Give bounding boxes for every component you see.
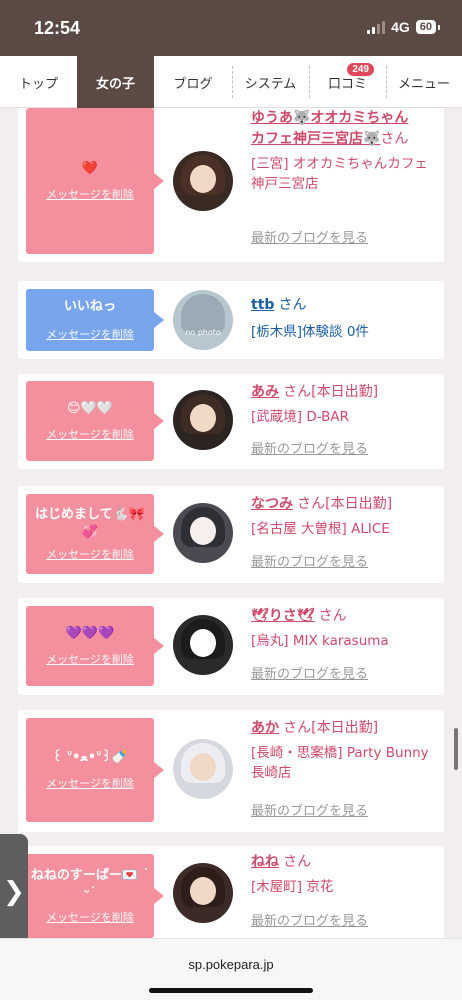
girl-name[interactable]: あみ [251,384,279,400]
girl-name[interactable]: 🕊りさ🕊 [251,608,315,624]
review-count[interactable]: [栃木県]体験談 0件 [251,322,441,342]
message-bubble: ꒰ ᐡ•ﻌ•ᐡ꒱🍼 メッセージを削除 [26,718,164,822]
message-text: ❤️ [81,161,99,176]
honorific: さん[本日出勤] [283,384,379,400]
delete-message-link[interactable]: メッセージを削除 [46,651,134,667]
avatar[interactable] [173,739,233,799]
honorific: さん [318,608,347,624]
tab-girls[interactable]: 女の子 [77,56,154,108]
no-photo-label: no photo [185,328,221,337]
delete-message-link[interactable]: メッセージを削除 [46,909,134,925]
browser-address-bar: sp.pokepara.jp [0,938,462,1000]
tab-label: システム [244,76,297,92]
profile-info: ゆうあ🐺オオカミちゃん カフェ神戸三宮店🐺さん [三宮] オオカミちゃんカフェ神… [251,108,441,194]
message-text: 💜💜💜 [65,626,115,641]
shop-name[interactable]: [武蔵境] D-BAR [251,407,441,427]
latest-blog-link[interactable]: 最新のブログを見る [251,800,368,819]
message-bubble: ❤️ メッセージを削除 [26,108,164,254]
girl-name-cont[interactable]: カフェ神戸三宮店🐺 [251,131,380,147]
shop-name[interactable]: [三宮] オオカミちゃんカフェ神戸三宮店 [251,154,441,194]
battery-icon: 60 [415,20,441,34]
girl-name[interactable]: あか [251,720,279,736]
profile-info: 🕊りさ🕊 さん [烏丸] MIX karasuma [251,606,441,651]
honorific: さん[本日出勤] [283,720,379,736]
girl-name[interactable]: なつみ [251,496,293,512]
avatar[interactable] [173,863,233,923]
signal-icon [367,20,386,34]
delete-message-link[interactable]: メッセージを削除 [46,775,134,791]
latest-blog-link[interactable]: 最新のブログを見る [251,910,368,929]
latest-blog-link[interactable]: 最新のブログを見る [251,663,368,682]
delete-message-link[interactable]: メッセージを削除 [46,186,134,202]
delete-message-link[interactable]: メッセージを削除 [46,426,134,442]
message-bubble: ねねのすーぱー💌 ˙ᵕ˙ メッセージを削除 [26,854,164,938]
message-bubble: いいねっ メッセージを削除 [26,289,164,351]
message-bubble: はじめまして🐇🎀💞 メッセージを削除 [26,494,164,574]
chevron-right-icon: ❯ [3,877,25,907]
tab-label: ブログ [173,76,213,92]
scrollbar[interactable] [454,728,458,770]
message-list: ❤️ メッセージを削除 ゆうあ🐺オオカミちゃん カフェ神戸三宮店🐺さん [三宮]… [0,108,462,938]
shop-name[interactable]: [烏丸] MIX karasuma [251,631,441,651]
avatar[interactable] [173,151,233,211]
reviews-count-badge: 249 [347,63,374,76]
honorific: さん [278,297,307,313]
message-text: 😊🤍🤍 [67,401,113,416]
avatar[interactable] [173,503,233,563]
message-text: いいねっ [63,299,116,314]
shop-name[interactable]: [名古屋 大曽根] ALICE [251,519,441,539]
network-label: 4G [391,19,410,35]
list-item: ꒰ ᐡ•ﻌ•ᐡ꒱🍼 メッセージを削除 あか さん[本日出勤] [長崎・思案橋] … [18,710,444,832]
tab-label: トップ [18,76,58,92]
tab-label: 女の子 [95,76,135,92]
avatar[interactable] [173,615,233,675]
status-indicators: 4G 60 [367,19,441,35]
latest-blog-link[interactable]: 最新のブログを見る [251,227,368,246]
list-item: ねねのすーぱー💌 ˙ᵕ˙ メッセージを削除 ねね さん [木屋町] 京花 最新の… [18,846,444,938]
latest-blog-link[interactable]: 最新のブログを見る [251,551,368,570]
tab-menu[interactable]: メニュー [386,56,462,108]
delete-message-link[interactable]: メッセージを削除 [46,326,134,342]
profile-info: ねね さん [木屋町] 京花 [251,852,441,897]
tab-reviews[interactable]: 口コミ 249 [309,56,386,108]
message-text: ねねのすーぱー💌 ˙ᵕ˙ [30,868,150,901]
profile-info: あみ さん[本日出勤] [武蔵境] D-BAR [251,382,441,427]
list-item: ❤️ メッセージを削除 ゆうあ🐺オオカミちゃん カフェ神戸三宮店🐺さん [三宮]… [18,108,444,262]
side-drawer-handle[interactable]: ❯ [0,834,28,950]
honorific: さん[本日出勤] [297,496,393,512]
message-text: はじめまして🐇🎀💞 [35,507,145,540]
shop-name[interactable]: [木屋町] 京花 [251,877,441,897]
tab-system[interactable]: システム [232,56,309,108]
latest-blog-link[interactable]: 最新のブログを見る [251,438,368,457]
message-bubble: 💜💜💜 メッセージを削除 [26,606,164,686]
user-name[interactable]: ttb [251,297,274,313]
message-text: ꒰ ᐡ•ﻌ•ᐡ꒱🍼 [52,750,128,765]
list-item: はじめまして🐇🎀💞 メッセージを削除 なつみ さん[本日出勤] [名古屋 大曽根… [18,486,444,583]
shop-name[interactable]: [長崎・思案橋] Party Bunny 長崎店 [251,743,441,783]
home-indicator[interactable] [149,988,313,993]
tab-blog[interactable]: ブログ [154,56,232,108]
profile-info: なつみ さん[本日出勤] [名古屋 大曽根] ALICE [251,494,441,539]
honorific: さん [380,131,409,147]
girl-name[interactable]: ゆうあ🐺オオカミちゃん [251,110,408,126]
message-bubble: 😊🤍🤍 メッセージを削除 [26,381,164,461]
profile-info: ttb さん [栃木県]体験談 0件 [251,295,441,342]
list-item: 💜💜💜 メッセージを削除 🕊りさ🕊 さん [烏丸] MIX karasuma 最… [18,598,444,695]
girl-name[interactable]: ねね [251,854,279,870]
honorific: さん [283,854,312,870]
status-bar: 12:54 4G 60 [0,0,462,56]
list-item: 😊🤍🤍 メッセージを削除 あみ さん[本日出勤] [武蔵境] D-BAR 最新の… [18,374,444,469]
delete-message-link[interactable]: メッセージを削除 [46,546,134,562]
tab-label: メニュー [397,76,450,92]
profile-info: あか さん[本日出勤] [長崎・思案橋] Party Bunny 長崎店 [251,718,441,783]
avatar[interactable]: no photo [173,290,233,350]
list-item: いいねっ メッセージを削除 no photo ttb さん [栃木県]体験談 0… [18,281,444,359]
avatar[interactable] [173,390,233,450]
status-time: 12:54 [34,18,81,38]
main-nav: トップ 女の子 ブログ システム 口コミ 249 メニュー [0,56,462,108]
url-label[interactable]: sp.pokepara.jp [0,957,462,972]
tab-top[interactable]: トップ [0,56,77,108]
